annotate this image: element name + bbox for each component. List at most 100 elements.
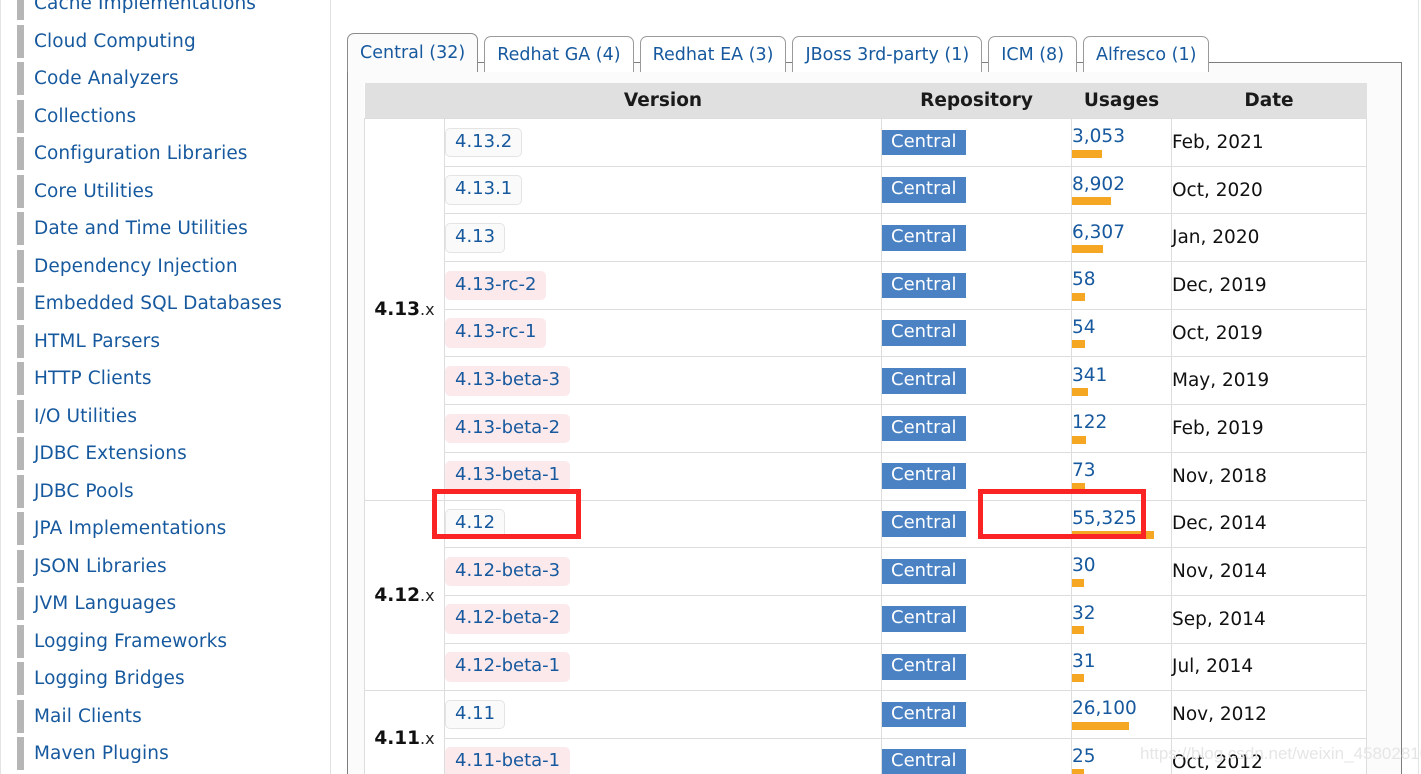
usages-count-link[interactable]: 30	[1072, 556, 1171, 576]
repository-badge[interactable]: Central	[882, 606, 966, 633]
sidebar-item[interactable]: Embedded SQL Databases	[0, 285, 331, 323]
sidebar-item[interactable]: HTML Parsers	[0, 323, 331, 361]
usages-cell: 341	[1071, 356, 1172, 406]
sidebar-item[interactable]: Logging Frameworks	[0, 623, 331, 661]
version-link[interactable]: 4.13.1	[445, 175, 523, 205]
table-row: 4.12.x 4.12 Central 55,325 Dec, 2014	[364, 499, 1367, 692]
table-row: 4.13-beta-2 Central 122 Feb, 2019	[365, 404, 1367, 453]
version-link[interactable]: 4.12-beta-1	[445, 652, 571, 682]
sidebar-item[interactable]: Cache Implementations	[0, 0, 331, 23]
repository-badge[interactable]: Central	[882, 415, 966, 442]
sidebar-item[interactable]: Configuration Libraries	[0, 135, 331, 173]
repository-cell: Central	[881, 118, 1072, 167]
version-link[interactable]: 4.13-beta-2	[445, 413, 571, 444]
repository-badge[interactable]: Central	[882, 129, 966, 156]
bullet-bar-icon	[17, 437, 24, 470]
sidebar-item[interactable]: Code Analyzers	[0, 60, 331, 98]
repository-badge[interactable]: Central	[882, 463, 966, 489]
version-link[interactable]: 4.11	[445, 699, 506, 730]
repository-tab[interactable]: Central (32)	[347, 33, 479, 72]
version-link[interactable]: 4.12	[445, 509, 506, 539]
version-link[interactable]: 4.12-beta-2	[445, 604, 571, 635]
repository-badge[interactable]: Central	[882, 320, 966, 346]
sidebar-item[interactable]: Mail Clients	[0, 698, 331, 736]
sidebar-item-label: Core Utilities	[34, 180, 154, 202]
usages-count-link[interactable]: 341	[1072, 365, 1171, 385]
versions-table-wrapper: Version Repository Usages Date 4.13.x 4.1…	[364, 83, 1367, 774]
category-sidebar: Cache Implementations Cloud Computing Code…	[0, 0, 331, 774]
usages-bar	[1072, 769, 1084, 774]
usages-count-link[interactable]: 3,053	[1072, 127, 1171, 147]
version-cell: 4.12-beta-2	[444, 594, 882, 644]
sidebar-item[interactable]: Logging Bridges	[0, 660, 331, 698]
sidebar-item[interactable]: JPA Implementations	[0, 510, 331, 548]
sidebar-item-label: I/O Utilities	[34, 405, 138, 427]
version-link[interactable]: 4.13-rc-2	[445, 270, 547, 301]
table-row: 4.13.1 Central 8,902 Oct, 2020	[365, 165, 1367, 215]
sidebar-item[interactable]: Core Utilities	[0, 173, 331, 211]
repository-tab[interactable]: Redhat EA (3)	[639, 36, 787, 72]
bullet-bar-icon	[17, 99, 24, 133]
repository-badge[interactable]: Central	[882, 177, 966, 203]
bullet-bar-icon	[17, 174, 24, 208]
sidebar-item[interactable]: Collections	[0, 98, 331, 136]
repository-badge[interactable]: Central	[882, 701, 966, 728]
repository-badge[interactable]: Central	[882, 224, 966, 251]
sidebar-item[interactable]: JDBC Pools	[0, 473, 331, 511]
sidebar-item[interactable]: JVM Languages	[0, 585, 331, 623]
bullet-bar-icon	[17, 512, 24, 545]
sidebar-item[interactable]: I/O Utilities	[0, 398, 331, 436]
repository-cell: Central	[881, 690, 1072, 739]
table-row: 4.13-rc-1 Central 54 Oct, 2019	[365, 308, 1367, 358]
repository-badge[interactable]: Central	[882, 558, 966, 585]
repository-cell: Central	[881, 308, 1072, 358]
repository-tab[interactable]: Redhat GA (4)	[484, 36, 634, 72]
version-link[interactable]: 4.13	[445, 222, 506, 253]
sidebar-item[interactable]: Cloud Computing	[0, 23, 331, 61]
usages-count-link[interactable]: 55,325	[1072, 508, 1171, 528]
versions-table: Version Repository Usages Date 4.13.x 4.1…	[364, 83, 1367, 774]
repository-badge[interactable]: Central	[882, 272, 966, 299]
sidebar-item[interactable]: JDBC Extensions	[0, 435, 331, 473]
usages-count-link[interactable]: 8,902	[1072, 174, 1171, 194]
usages-cell: 32	[1071, 594, 1172, 644]
usages-count-link[interactable]: 122	[1072, 413, 1171, 433]
version-cell: 4.13-beta-2	[444, 404, 882, 453]
repository-badge[interactable]: Central	[882, 749, 966, 774]
sidebar-item-label: HTML Parsers	[34, 330, 161, 352]
usages-count-link[interactable]: 6,307	[1072, 222, 1171, 242]
version-link[interactable]: 4.13-rc-1	[445, 318, 547, 348]
repository-badge[interactable]: Central	[882, 511, 966, 537]
usages-cell: 31	[1071, 642, 1172, 692]
version-cell: 4.12-beta-3	[444, 547, 882, 596]
version-link[interactable]: 4.11-beta-1	[445, 747, 571, 774]
usages-count-link[interactable]: 58	[1072, 270, 1171, 290]
repository-tab[interactable]: JBoss 3rd-party (1)	[792, 36, 983, 72]
repository-tab-bar[interactable]: Central (32) Redhat GA (4) Redhat EA (3) JB…	[347, 32, 1215, 72]
bullet-bar-icon	[17, 737, 24, 770]
repository-tab[interactable]: Alfresco (1)	[1083, 36, 1210, 72]
usages-count-link[interactable]: 31	[1072, 651, 1171, 671]
version-link[interactable]: 4.13-beta-3	[445, 365, 571, 396]
usages-cell: 54	[1071, 308, 1172, 358]
sidebar-item[interactable]: Dependency Injection	[0, 248, 331, 286]
usages-cell: 73	[1071, 451, 1172, 501]
sidebar-item[interactable]: JSON Libraries	[0, 548, 331, 586]
usages-count-link[interactable]: 26,100	[1072, 699, 1171, 719]
repository-badge[interactable]: Central	[882, 367, 966, 394]
date-cell: Dec, 2014	[1171, 499, 1367, 549]
repository-badge[interactable]: Central	[882, 654, 966, 680]
sidebar-item[interactable]: Maven Plugins	[0, 735, 331, 773]
version-cell: 4.13	[444, 213, 882, 263]
usages-count-link[interactable]: 54	[1072, 317, 1171, 337]
sidebar-item-label: JVM Languages	[34, 593, 177, 615]
sidebar-item[interactable]: HTTP Clients	[0, 360, 331, 398]
version-link[interactable]: 4.12-beta-3	[445, 556, 571, 587]
sidebar-item[interactable]: Date and Time Utilities	[0, 210, 331, 248]
version-link[interactable]: 4.13-beta-1	[445, 461, 571, 491]
usages-count-link[interactable]: 73	[1072, 461, 1171, 481]
date-cell: Dec, 2019	[1171, 261, 1367, 310]
repository-tab[interactable]: ICM (8)	[988, 36, 1078, 72]
usages-count-link[interactable]: 32	[1072, 604, 1171, 624]
version-link[interactable]: 4.13.2	[445, 127, 523, 158]
